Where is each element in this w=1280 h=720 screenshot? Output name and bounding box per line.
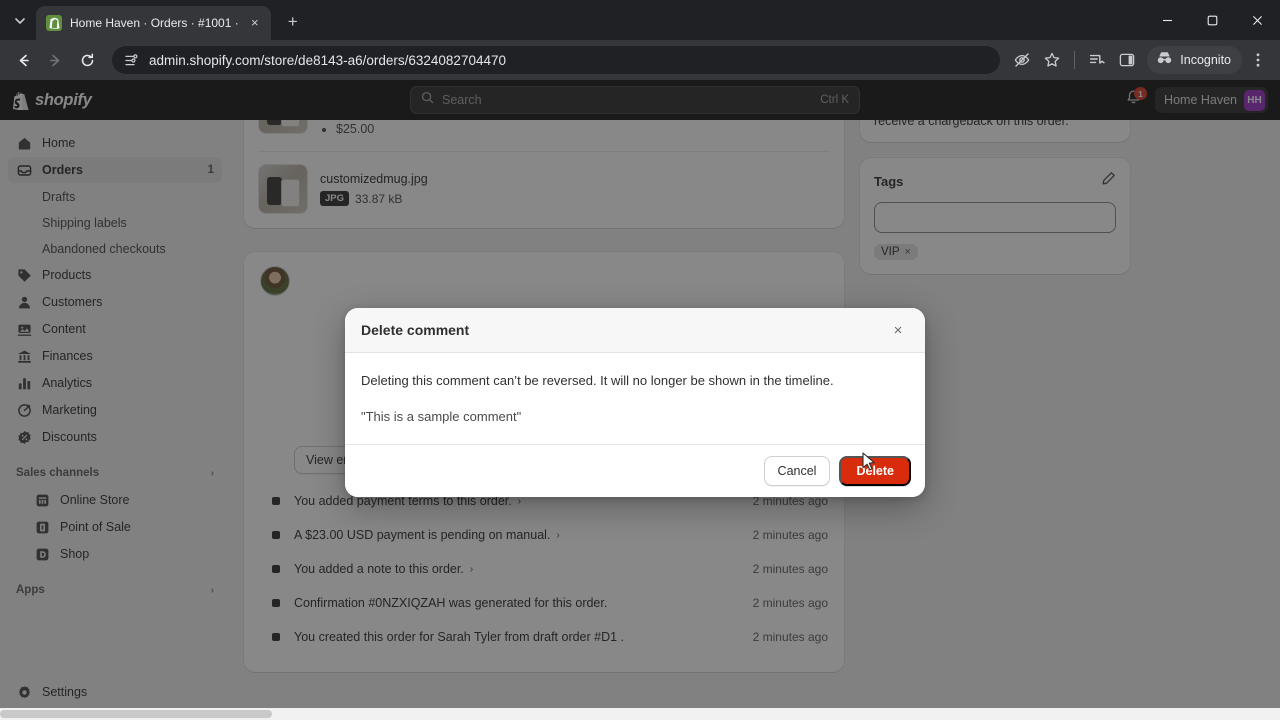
scrollbar-thumb[interactable] <box>0 710 272 718</box>
browser-menu-icon[interactable] <box>1244 46 1272 74</box>
browser-tab-strip: Home Haven · Orders · #1001 · × + <box>0 0 1280 40</box>
tab-close-icon[interactable]: × <box>247 15 263 31</box>
incognito-indicator[interactable]: Incognito <box>1147 46 1242 74</box>
window-close-button[interactable] <box>1235 0 1280 40</box>
browser-tab[interactable]: Home Haven · Orders · #1001 · × <box>36 6 271 40</box>
address-bar[interactable]: admin.shopify.com/store/de8143-a6/orders… <box>112 46 1001 74</box>
new-tab-button[interactable]: + <box>279 8 307 36</box>
address-bar-url: admin.shopify.com/store/de8143-a6/orders… <box>149 52 506 68</box>
reload-button[interactable] <box>72 45 102 75</box>
tab-title: Home Haven · Orders · #1001 · <box>70 16 239 30</box>
modal-body: Deleting this comment can’t be reversed.… <box>345 353 925 444</box>
modal-title: Delete comment <box>361 322 470 338</box>
browser-toolbar: admin.shopify.com/store/de8143-a6/orders… <box>0 40 1280 80</box>
modal-header: Delete comment × <box>345 308 925 353</box>
incognito-icon <box>1155 50 1174 71</box>
star-icon[interactable] <box>1038 46 1066 74</box>
delete-button[interactable]: Delete <box>839 455 911 486</box>
delete-comment-modal: Delete comment × Deleting this comment c… <box>345 308 925 497</box>
modal-footer: Cancel Delete <box>345 443 925 497</box>
site-settings-icon[interactable] <box>124 53 139 68</box>
reading-list-icon[interactable] <box>1083 46 1111 74</box>
modal-comment-quote: "This is a sample comment" <box>361 408 522 424</box>
window-minimize-button[interactable] <box>1145 0 1190 40</box>
incognito-label: Incognito <box>1180 53 1231 67</box>
modal-description: Deleting this comment can’t be reversed.… <box>361 373 834 388</box>
horizontal-scrollbar[interactable] <box>0 708 1280 720</box>
close-icon[interactable]: × <box>885 317 911 343</box>
back-button[interactable] <box>8 45 38 75</box>
window-maximize-button[interactable] <box>1190 0 1235 40</box>
screen: Home Haven · Orders · #1001 · × + admin.… <box>0 0 1280 720</box>
tab-search-icon[interactable] <box>6 7 34 35</box>
toolbar-divider <box>1074 51 1076 69</box>
forward-button[interactable] <box>40 45 70 75</box>
window-controls <box>1145 0 1280 40</box>
cancel-button[interactable]: Cancel <box>763 455 831 486</box>
shopify-favicon <box>46 15 62 31</box>
side-panel-icon[interactable] <box>1113 46 1141 74</box>
eye-off-icon[interactable] <box>1008 46 1036 74</box>
